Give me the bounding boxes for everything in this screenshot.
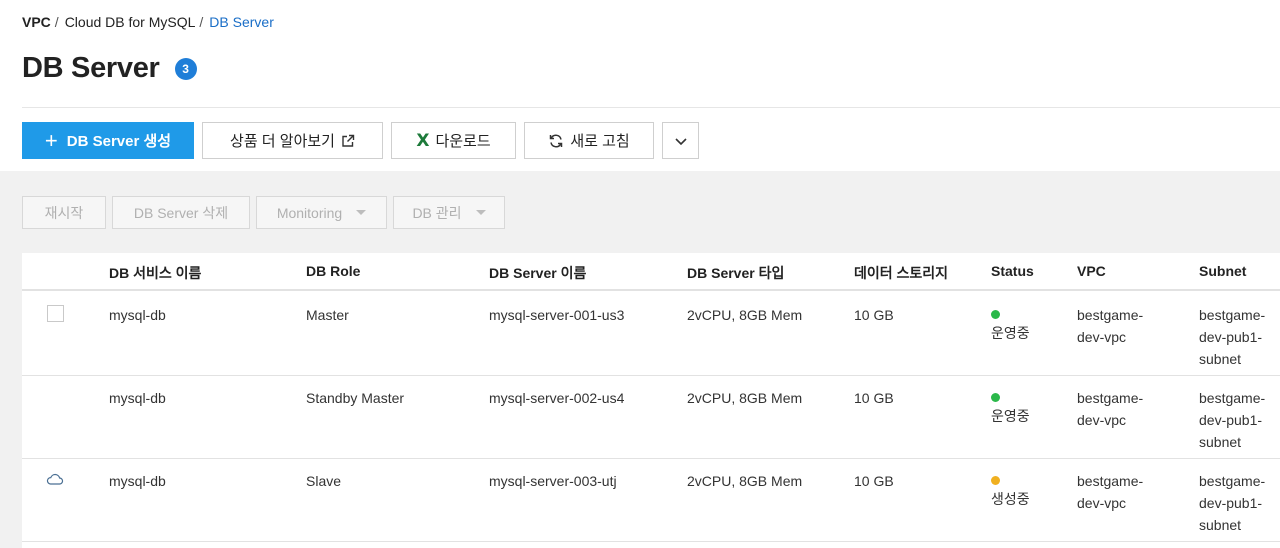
refresh-label: 새로 고침	[570, 133, 630, 150]
more-options-button[interactable]	[662, 122, 699, 159]
title-divider	[22, 107, 1280, 108]
status-dot-icon	[991, 476, 1000, 485]
cell-storage: 10 GB	[854, 307, 894, 323]
table-row[interactable]: mysql-db Standby Master mysql-server-002…	[22, 376, 1280, 459]
status-dot-icon	[991, 310, 1000, 319]
chevron-down-icon	[674, 137, 687, 145]
count-badge: 3	[174, 57, 197, 80]
cell-role: Master	[306, 307, 349, 323]
column-header-status[interactable]: Status	[991, 263, 1034, 279]
column-header-server-name[interactable]: DB Server 이름	[489, 263, 586, 283]
cell-server-type: 2vCPU, 8GB Mem	[687, 390, 803, 406]
learn-more-button[interactable]: 상품 더 알아보기	[202, 122, 383, 159]
caret-down-icon	[475, 210, 486, 215]
cell-vpc: bestgame-dev-vpc	[1077, 390, 1144, 428]
column-header-server-type[interactable]: DB Server 타입	[687, 263, 784, 283]
breadcrumb-separator: /	[54, 14, 59, 30]
column-header-storage[interactable]: 데이터 스토리지	[854, 263, 948, 283]
toolbar: + DB Server 생성 상품 더 알아보기 X 다운로드 새로 고침	[22, 122, 699, 159]
download-button[interactable]: X 다운로드	[391, 122, 516, 159]
breadcrumb-item-cloud-db[interactable]: Cloud DB for MySQL	[65, 14, 196, 30]
caret-down-icon	[356, 210, 367, 215]
status-text: 운영중	[991, 325, 1030, 341]
cell-service-name: mysql-db	[109, 473, 166, 489]
column-header-service-name[interactable]: DB 서비스 이름	[109, 263, 201, 283]
breadcrumb-separator: /	[199, 14, 204, 30]
cell-server-name: mysql-server-003-utj	[489, 473, 617, 489]
row-checkbox[interactable]	[47, 305, 64, 322]
cell-subnet: bestgame-dev-pub1-subnet	[1199, 390, 1266, 450]
breadcrumb-item-vpc[interactable]: VPC	[22, 14, 51, 30]
db-server-table: DB 서비스 이름 DB Role DB Server 이름 DB Server…	[22, 253, 1280, 548]
refresh-button[interactable]: 새로 고침	[524, 122, 654, 159]
cell-storage: 10 GB	[854, 390, 894, 406]
cell-status: 운영중	[991, 304, 1030, 343]
plus-icon: +	[44, 127, 58, 153]
column-header-role[interactable]: DB Role	[306, 263, 360, 279]
cell-server-name: mysql-server-002-us4	[489, 390, 625, 406]
cell-status: 생성중	[991, 470, 1030, 509]
cell-subnet: bestgame-dev-pub1-subnet	[1199, 307, 1266, 367]
cell-role: Standby Master	[306, 390, 405, 406]
db-manage-dropdown[interactable]: DB 관리	[393, 196, 505, 229]
status-text: 생성중	[991, 491, 1030, 507]
cell-status: 운영중	[991, 387, 1030, 426]
restart-button[interactable]: 재시작	[22, 196, 106, 229]
cell-server-name: mysql-server-001-us3	[489, 307, 625, 323]
table-row[interactable]: mysql-db Master mysql-server-001-us3 2vC…	[22, 293, 1280, 376]
create-db-server-button[interactable]: + DB Server 생성	[22, 122, 194, 159]
cell-storage: 10 GB	[854, 473, 894, 489]
status-dot-icon	[991, 393, 1000, 402]
breadcrumb: VPC / Cloud DB for MySQL / DB Server	[22, 14, 274, 30]
page-title: DB Server	[22, 52, 160, 84]
cloud-icon	[46, 473, 64, 485]
cell-role: Slave	[306, 473, 342, 489]
cell-service-name: mysql-db	[109, 307, 166, 323]
download-label: 다운로드	[435, 133, 491, 150]
column-header-vpc[interactable]: VPC	[1077, 263, 1157, 279]
delete-db-server-button[interactable]: DB Server 삭제	[112, 196, 250, 229]
learn-more-label: 상품 더 알아보기	[230, 133, 335, 150]
excel-icon: X	[416, 130, 430, 151]
monitoring-dropdown[interactable]: Monitoring	[256, 196, 387, 229]
cell-vpc: bestgame-dev-vpc	[1077, 473, 1144, 511]
status-text: 운영중	[991, 408, 1030, 424]
monitoring-label: Monitoring	[276, 204, 343, 221]
cell-server-type: 2vCPU, 8GB Mem	[687, 473, 803, 489]
cell-server-type: 2vCPU, 8GB Mem	[687, 307, 803, 323]
external-link-icon	[342, 134, 355, 147]
breadcrumb-item-current[interactable]: DB Server	[209, 14, 274, 30]
create-db-server-label: DB Server 생성	[66, 133, 172, 150]
table-header: DB 서비스 이름 DB Role DB Server 이름 DB Server…	[22, 253, 1280, 291]
refresh-icon	[550, 134, 563, 147]
column-header-subnet[interactable]: Subnet	[1199, 263, 1279, 279]
table-row[interactable]: mysql-db Slave mysql-server-003-utj 2vCP…	[22, 459, 1280, 542]
cell-vpc: bestgame-dev-vpc	[1077, 307, 1144, 345]
page-header: DB Server 3	[22, 52, 197, 85]
cell-service-name: mysql-db	[109, 390, 166, 406]
db-manage-label: DB 관리	[412, 204, 462, 221]
cell-subnet: bestgame-dev-pub1-subnet	[1199, 473, 1266, 533]
action-bar: 재시작 DB Server 삭제 Monitoring DB 관리	[22, 196, 505, 229]
